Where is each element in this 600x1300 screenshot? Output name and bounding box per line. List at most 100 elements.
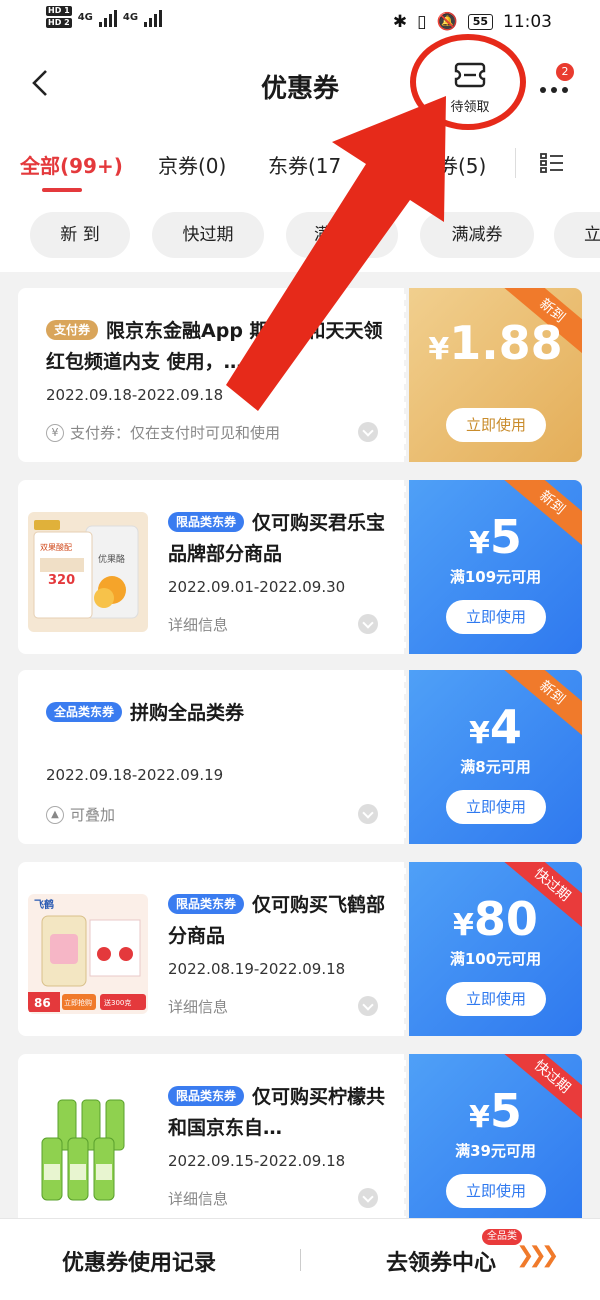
coupon-detail: 详细信息	[168, 1190, 229, 1208]
product-thumbnail	[28, 1086, 148, 1206]
hd2-label: HD 2	[46, 18, 72, 28]
coupon-center-link[interactable]: 去领券中心	[386, 1245, 496, 1277]
vibrate-icon: ▯	[417, 12, 427, 32]
coupon-value-panel: 快过期 ¥5 满39元可用 立即使用	[409, 1054, 582, 1228]
coupon-condition: 满109元可用	[449, 568, 542, 586]
filter-new[interactable]: 新 到	[30, 212, 130, 258]
amount-value: 4	[489, 700, 522, 754]
product-thumbnail: 飞鹤 86 立即抢购 送300克	[28, 894, 148, 1014]
list-view-icon[interactable]	[540, 152, 564, 174]
coupon-detail-text: 支付券：仅在支付时可见和使用	[70, 424, 281, 442]
network-2-label: 4G	[122, 11, 139, 23]
coupon-type-tabs: 全部(99+) 京券(0) 东券(17 费券(5)	[0, 130, 600, 196]
hd-indicators: HD 1 HD 2	[46, 6, 72, 28]
feihe-gift-text: 送300克	[104, 998, 131, 1007]
chevron-down-icon[interactable]	[358, 996, 378, 1016]
bottom-divider	[300, 1249, 301, 1271]
chevron-down-icon[interactable]	[358, 804, 378, 824]
yen-symbol: ¥	[469, 526, 490, 561]
use-now-button[interactable]: 立即使用	[446, 408, 546, 442]
use-now-button[interactable]: 立即使用	[446, 1174, 546, 1208]
coupon-info[interactable]: 双果酸配 320 优果酪 限品类东券 仅可购买君乐宝品牌部分商品 2022.09.…	[18, 480, 406, 654]
coupon-detail: 详细信息	[168, 616, 229, 634]
lemon-tea-product-image	[28, 1086, 148, 1206]
coupon-amount: ¥1.88	[409, 316, 582, 370]
coupon-detail: ▲ 可叠加	[46, 804, 115, 825]
stack-icon: ▲	[46, 805, 64, 824]
filter-expiring[interactable]: 快过期	[152, 212, 264, 258]
hd1-label: HD 1	[46, 6, 72, 16]
coupon-title: 限品类东券 仅可购买飞鹤部分商品	[168, 890, 388, 952]
chevron-down-icon[interactable]	[358, 1188, 378, 1208]
amount-value: 1.88	[449, 316, 563, 370]
coupon-amount: ¥80	[409, 892, 582, 946]
yen-symbol: ¥	[469, 1100, 490, 1135]
amount-value: 5	[489, 1084, 522, 1138]
signal-group: HD 1 HD 2 4G 4G	[46, 6, 163, 28]
coupon-title: 全品类东券 拼购全品类券	[46, 698, 386, 729]
status-right: ✱ ▯ 🔕 55 11:03	[393, 12, 552, 32]
filter-more[interactable]: 立	[554, 212, 600, 258]
coupon-detail: 详细信息	[168, 998, 229, 1016]
chevron-down-icon[interactable]	[358, 614, 378, 634]
coupon-tag: 限品类东券	[168, 894, 245, 914]
coupon-records-link[interactable]: 优惠券使用记录	[62, 1245, 216, 1277]
notification-badge: 2	[556, 63, 574, 81]
coupon-amount: ¥4	[409, 700, 582, 754]
yen-circle-icon: ¥	[46, 423, 64, 442]
tab-dong[interactable]: 东券(17	[268, 150, 341, 179]
coupon-condition: 满100元可用	[449, 950, 542, 968]
coupon-amount: ¥5	[409, 1084, 582, 1138]
coupon-info[interactable]: 飞鹤 86 立即抢购 送300克 限品类东券 仅可购买飞鹤部分商品 2022.0…	[18, 862, 406, 1036]
coupon-title-text: 拼购全品类券	[130, 702, 245, 724]
feihe-buy-text: 立即抢购	[64, 998, 92, 1007]
coupon-date: 2022.09.18-2022.09.19	[46, 766, 224, 784]
filter-man[interactable]: 满	[286, 212, 398, 258]
use-now-button[interactable]: 立即使用	[446, 600, 546, 634]
bluetooth-icon: ✱	[392, 12, 408, 32]
coupon-info[interactable]: 支付券 限京东金融App 期商城和天天领红包频道内支 使用，… 2022.09.1…	[18, 288, 406, 462]
coupon-condition: 满39元可用	[455, 1142, 536, 1160]
tab-fee[interactable]: 费券(5)	[418, 150, 486, 179]
coupon-tag: 限品类东券	[168, 1086, 245, 1106]
signal-icon	[98, 7, 117, 27]
coupon-value-panel: 新到 ¥5 满109元可用 立即使用	[409, 480, 582, 654]
mute-icon: 🔕	[436, 12, 458, 32]
use-now-button[interactable]: 立即使用	[446, 982, 546, 1016]
feihe-price-text: 86	[34, 996, 51, 1010]
use-now-button[interactable]: 立即使用	[446, 790, 546, 824]
tab-all[interactable]: 全部(99+)	[20, 150, 123, 179]
coupon-value-panel: 快过期 ¥80 满100元可用 立即使用	[409, 862, 582, 1036]
tab-jing[interactable]: 京券(0)	[158, 150, 226, 179]
more-menu-button[interactable]	[534, 80, 574, 100]
coupon-value-panel: 新到 ¥1.88 立即使用	[409, 288, 582, 462]
junlebao-badge-text: 双果酸配	[40, 542, 72, 552]
coupon-date: 2022.09.18-2022.09.18	[46, 386, 224, 404]
coupon-condition: 满8元可用	[460, 758, 531, 776]
coupon-tag: 限品类东券	[168, 512, 245, 532]
chevron-down-icon[interactable]	[358, 422, 378, 442]
filter-chips: 新 到 快过期 满 满减券 立	[0, 196, 600, 272]
chevron-right-icon: ❯❯❯	[516, 1243, 559, 1268]
amount-value: 80	[473, 892, 538, 946]
coupon-info[interactable]: 限品类东券 仅可购买柠檬共和国京东自… 2022.09.15-2022.09.18…	[18, 1054, 406, 1228]
amount-value: 5	[489, 510, 522, 564]
coupon-amount: ¥5	[409, 510, 582, 564]
status-bar: HD 1 HD 2 4G 4G ✱ ▯ 🔕 55 11:03	[0, 0, 600, 48]
coupon-title: 限品类东券 仅可购买柠檬共和国京东自…	[168, 1082, 388, 1144]
feihe-brand-text: 飞鹤	[34, 898, 54, 911]
coupon-title: 支付券 限京东金融App 期商城和天天领红包频道内支 使用，…	[46, 316, 386, 378]
coupon-title: 限品类东券 仅可购买君乐宝品牌部分商品	[168, 508, 388, 570]
coupon-date: 2022.09.01-2022.09.30	[168, 578, 346, 596]
highlight-circle	[410, 34, 526, 130]
coupon-tag: 支付券	[46, 320, 99, 340]
coupon-card: 限品类东券 仅可购买柠檬共和国京东自… 2022.09.15-2022.09.18…	[18, 1054, 582, 1228]
coupon-detail-text: 可叠加	[70, 806, 116, 824]
coupon-info[interactable]: 全品类东券 拼购全品类券 2022.09.18-2022.09.19 ▲ 可叠加	[18, 670, 406, 844]
active-tab-indicator	[42, 188, 82, 192]
filter-discount[interactable]: 满减券	[420, 212, 534, 258]
network-1-label: 4G	[77, 11, 93, 23]
yen-symbol: ¥	[453, 908, 474, 943]
coupon-card: 双果酸配 320 优果酪 限品类东券 仅可购买君乐宝品牌部分商品 2022.09.…	[18, 480, 582, 654]
bottom-bar: 优惠券使用记录 去领券中心 全品类 ❯❯❯	[0, 1218, 600, 1300]
